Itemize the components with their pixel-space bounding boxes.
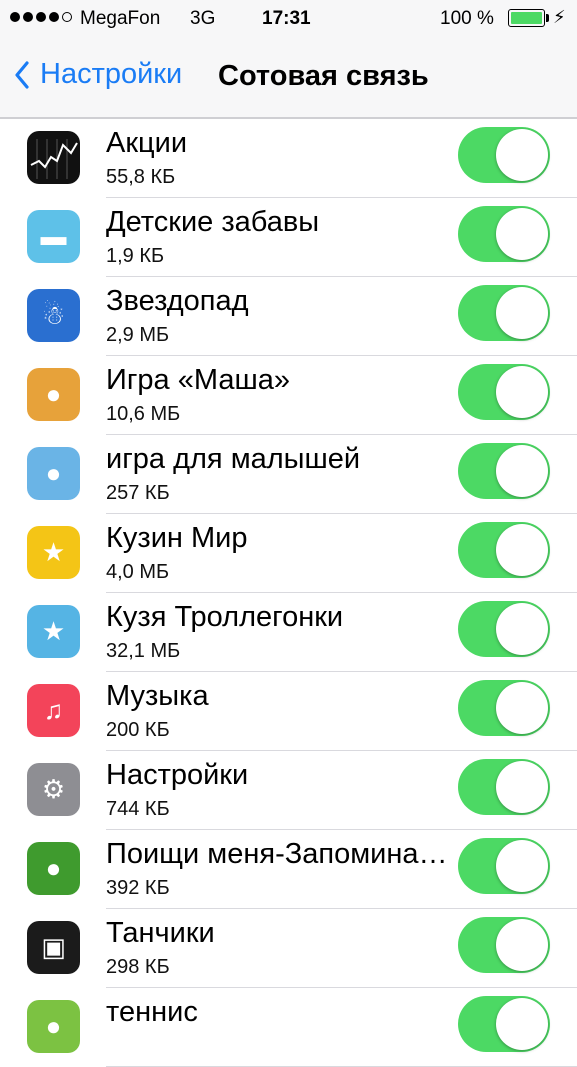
toggle-knob bbox=[496, 761, 548, 813]
tank-icon: ▣ bbox=[27, 921, 80, 974]
toggle-knob bbox=[496, 919, 548, 971]
app-data-usage: 32,1 МБ bbox=[106, 640, 181, 662]
list-item: ● игра для малышей 257 КБ bbox=[0, 435, 577, 514]
cellular-data-toggle[interactable] bbox=[458, 522, 550, 578]
list-item: ● Игра «Маша» 10,6 МБ bbox=[0, 356, 577, 435]
carrier-name: MegaFon bbox=[80, 8, 161, 29]
list-item: ● Поищи меня-Запоминалка 392 КБ bbox=[0, 830, 577, 909]
list-item: Акции 55,8 КБ bbox=[0, 119, 577, 198]
app-name: игра для малышей bbox=[106, 443, 361, 475]
app-name: Поищи меня-Запоминалка bbox=[106, 838, 456, 870]
app-data-usage: 55,8 КБ bbox=[106, 166, 176, 188]
snowman-icon: ☃ bbox=[27, 289, 80, 342]
back-button-label: Настройки bbox=[40, 58, 183, 90]
toggle-knob bbox=[496, 129, 548, 181]
cellular-data-toggle[interactable] bbox=[458, 601, 550, 657]
battery-icon bbox=[508, 9, 545, 27]
list-item: ★ Кузин Мир 4,0 МБ bbox=[0, 514, 577, 593]
top-bar: MegaFon 3G 17:31 100 % ⚡ Настройки Сотов… bbox=[0, 0, 577, 119]
toggle-knob bbox=[496, 682, 548, 734]
app-name: Танчики bbox=[106, 917, 215, 949]
toggle-knob bbox=[496, 208, 548, 260]
app-name: Настройки bbox=[106, 759, 249, 791]
tennis-icon: ● bbox=[27, 1000, 80, 1053]
list-item: ▬ Детские забавы 1,9 КБ bbox=[0, 198, 577, 277]
cellular-data-toggle[interactable] bbox=[458, 285, 550, 341]
kids-car-icon: ▬ bbox=[27, 210, 80, 263]
clock: 17:31 bbox=[262, 8, 311, 29]
app-name: Детские забавы bbox=[106, 206, 320, 238]
cellular-data-toggle[interactable] bbox=[458, 206, 550, 262]
cellular-data-toggle[interactable] bbox=[458, 364, 550, 420]
cellular-data-toggle[interactable] bbox=[458, 759, 550, 815]
app-name: Звездопад bbox=[106, 285, 249, 317]
network-type: 3G bbox=[190, 8, 216, 29]
app-data-usage: 10,6 МБ bbox=[106, 403, 181, 425]
page-title: Сотовая связь bbox=[218, 60, 429, 92]
kuzya-race-icon: ★ bbox=[27, 605, 80, 658]
toggle-knob bbox=[496, 524, 548, 576]
toggle-knob bbox=[496, 840, 548, 892]
masha-icon: ● bbox=[27, 368, 80, 421]
toggle-knob bbox=[496, 603, 548, 655]
monkey-icon: ● bbox=[27, 447, 80, 500]
list-item: ● теннис bbox=[0, 988, 577, 1067]
battery-percent: 100 % bbox=[440, 8, 494, 29]
toggle-knob bbox=[496, 445, 548, 497]
app-data-usage: 298 КБ bbox=[106, 956, 170, 978]
battery-tip bbox=[546, 14, 549, 22]
app-cellular-list: Акции 55,8 КБ ▬ Детские забавы 1,9 КБ ☃ Звездо… bbox=[0, 119, 577, 1067]
list-item: ⚙ Настройки 744 КБ bbox=[0, 751, 577, 830]
app-data-usage: 257 КБ bbox=[106, 482, 170, 504]
ladybug-icon: ● bbox=[27, 842, 80, 895]
app-data-usage: 2,9 МБ bbox=[106, 324, 170, 346]
app-data-usage: 1,9 КБ bbox=[106, 245, 165, 267]
chevron-left-icon bbox=[15, 60, 29, 89]
cellular-data-toggle[interactable] bbox=[458, 996, 550, 1052]
list-item: ★ Кузя Троллегонки 32,1 МБ bbox=[0, 593, 577, 672]
stocks-icon bbox=[27, 131, 80, 184]
signal-strength-icon bbox=[10, 12, 72, 22]
app-name: Акции bbox=[106, 127, 188, 159]
kuzya-world-icon: ★ bbox=[27, 526, 80, 579]
list-item: ♫ Музыка 200 КБ bbox=[0, 672, 577, 751]
app-name: Музыка bbox=[106, 680, 209, 712]
status-bar: MegaFon 3G 17:31 100 % ⚡ bbox=[0, 0, 577, 38]
toggle-knob bbox=[496, 287, 548, 339]
navigation-bar: Настройки Сотовая связь bbox=[0, 44, 577, 114]
cellular-data-toggle[interactable] bbox=[458, 680, 550, 736]
list-item: ▣ Танчики 298 КБ bbox=[0, 909, 577, 988]
app-name: теннис bbox=[106, 996, 198, 1028]
back-button[interactable]: Настройки bbox=[14, 58, 182, 91]
music-icon: ♫ bbox=[27, 684, 80, 737]
app-name: Кузин Мир bbox=[106, 522, 248, 554]
app-name: Кузя Троллегонки bbox=[106, 601, 344, 633]
list-item: ☃ Звездопад 2,9 МБ bbox=[0, 277, 577, 356]
app-name: Игра «Маша» bbox=[106, 364, 290, 396]
app-data-usage: 744 КБ bbox=[106, 798, 170, 820]
app-data-usage: 392 КБ bbox=[106, 877, 170, 899]
cellular-data-toggle[interactable] bbox=[458, 127, 550, 183]
settings-icon: ⚙ bbox=[27, 763, 80, 816]
cellular-data-toggle[interactable] bbox=[458, 838, 550, 894]
toggle-knob bbox=[496, 366, 548, 418]
toggle-knob bbox=[496, 998, 548, 1050]
cellular-data-toggle[interactable] bbox=[458, 443, 550, 499]
cellular-data-toggle[interactable] bbox=[458, 917, 550, 973]
app-data-usage: 4,0 МБ bbox=[106, 561, 170, 583]
charging-icon: ⚡ bbox=[553, 7, 566, 27]
app-data-usage: 200 КБ bbox=[106, 719, 170, 741]
